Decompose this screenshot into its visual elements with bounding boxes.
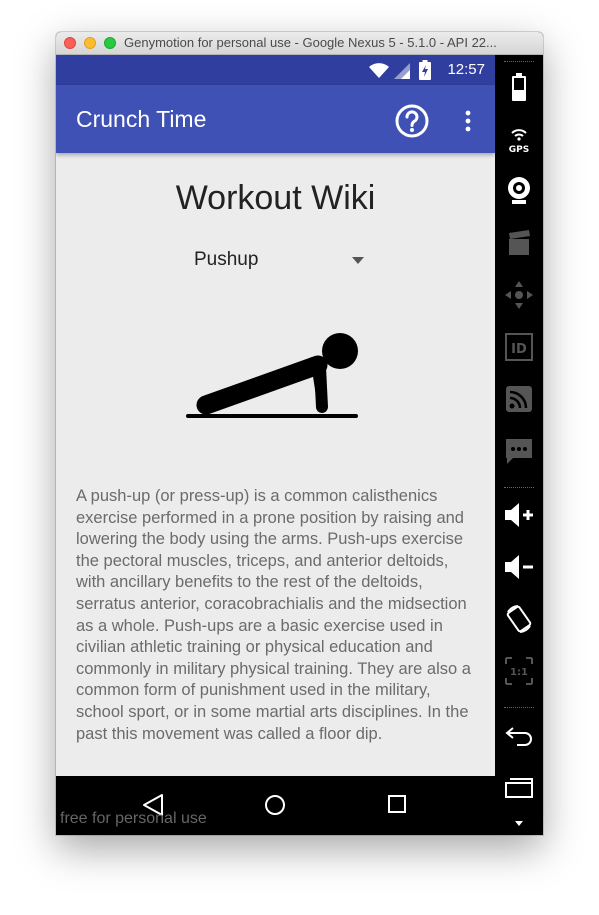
device-id-icon[interactable]: ID	[503, 331, 535, 363]
dropdown-arrow-icon	[352, 257, 364, 264]
nav-home-button[interactable]	[264, 794, 286, 816]
rotate-icon[interactable]	[503, 603, 535, 635]
navigation-bar: free for personal use	[56, 776, 495, 835]
app-title: Crunch Time	[76, 106, 207, 132]
help-button[interactable]	[393, 102, 431, 140]
pushup-image	[186, 333, 358, 418]
emulator-window: Genymotion for personal use - Google Nex…	[56, 32, 543, 835]
device-id-label: ID	[511, 342, 527, 357]
zoom-window-button[interactable]	[104, 37, 116, 49]
sidebar-divider	[504, 487, 534, 488]
app-bar: Crunch Time	[56, 85, 495, 153]
status-time: 12:57	[447, 61, 485, 78]
volume-up-icon[interactable]	[503, 499, 535, 531]
dpad-icon[interactable]	[503, 279, 535, 311]
page-title: Workout Wiki	[175, 179, 376, 217]
scale-label: 1:1	[510, 667, 528, 678]
exercise-description: A push-up (or press-up) is a common cali…	[76, 487, 471, 743]
help-circle-icon	[395, 104, 429, 138]
sidebar-divider	[504, 61, 534, 62]
sidebar-divider	[504, 707, 534, 708]
battery-charging-icon	[419, 60, 431, 80]
cast-icon[interactable]	[503, 383, 535, 415]
media-icon[interactable]	[503, 227, 535, 259]
webcam-icon[interactable]	[503, 175, 535, 207]
status-bar: 12:57	[56, 55, 495, 85]
window-titlebar[interactable]: Genymotion for personal use - Google Nex…	[56, 32, 543, 55]
overflow-menu-button[interactable]	[456, 102, 480, 140]
watermark-text: free for personal use	[60, 810, 207, 827]
scale-icon[interactable]: 1:1	[503, 655, 535, 687]
sms-icon[interactable]	[503, 435, 535, 467]
exercise-dropdown-value: Pushup	[194, 249, 259, 270]
battery-icon[interactable]	[503, 71, 535, 103]
recent-apps-icon[interactable]	[503, 771, 535, 803]
emulator-sidebar: GPS ID 1:1	[495, 55, 543, 835]
more-vert-icon	[465, 110, 471, 132]
gps-label: GPS	[509, 145, 529, 155]
exercise-dropdown[interactable]: Pushup	[194, 245, 364, 275]
volume-down-icon[interactable]	[503, 551, 535, 583]
menu-down-icon[interactable]	[503, 809, 535, 835]
close-window-button[interactable]	[64, 37, 76, 49]
back-icon[interactable]	[503, 719, 535, 751]
gps-icon[interactable]: GPS	[503, 123, 535, 155]
wifi-icon	[369, 63, 389, 78]
signal-icon	[394, 63, 410, 79]
minimize-window-button[interactable]	[84, 37, 96, 49]
phone-screen: 12:57 Crunch Time Workout Wiki Pushup A …	[56, 55, 495, 835]
window-title: Genymotion for personal use - Google Nex…	[124, 35, 497, 50]
wiki-content[interactable]: Workout Wiki Pushup A push-up (or press-…	[56, 153, 495, 776]
nav-recent-apps-button[interactable]	[388, 795, 406, 813]
